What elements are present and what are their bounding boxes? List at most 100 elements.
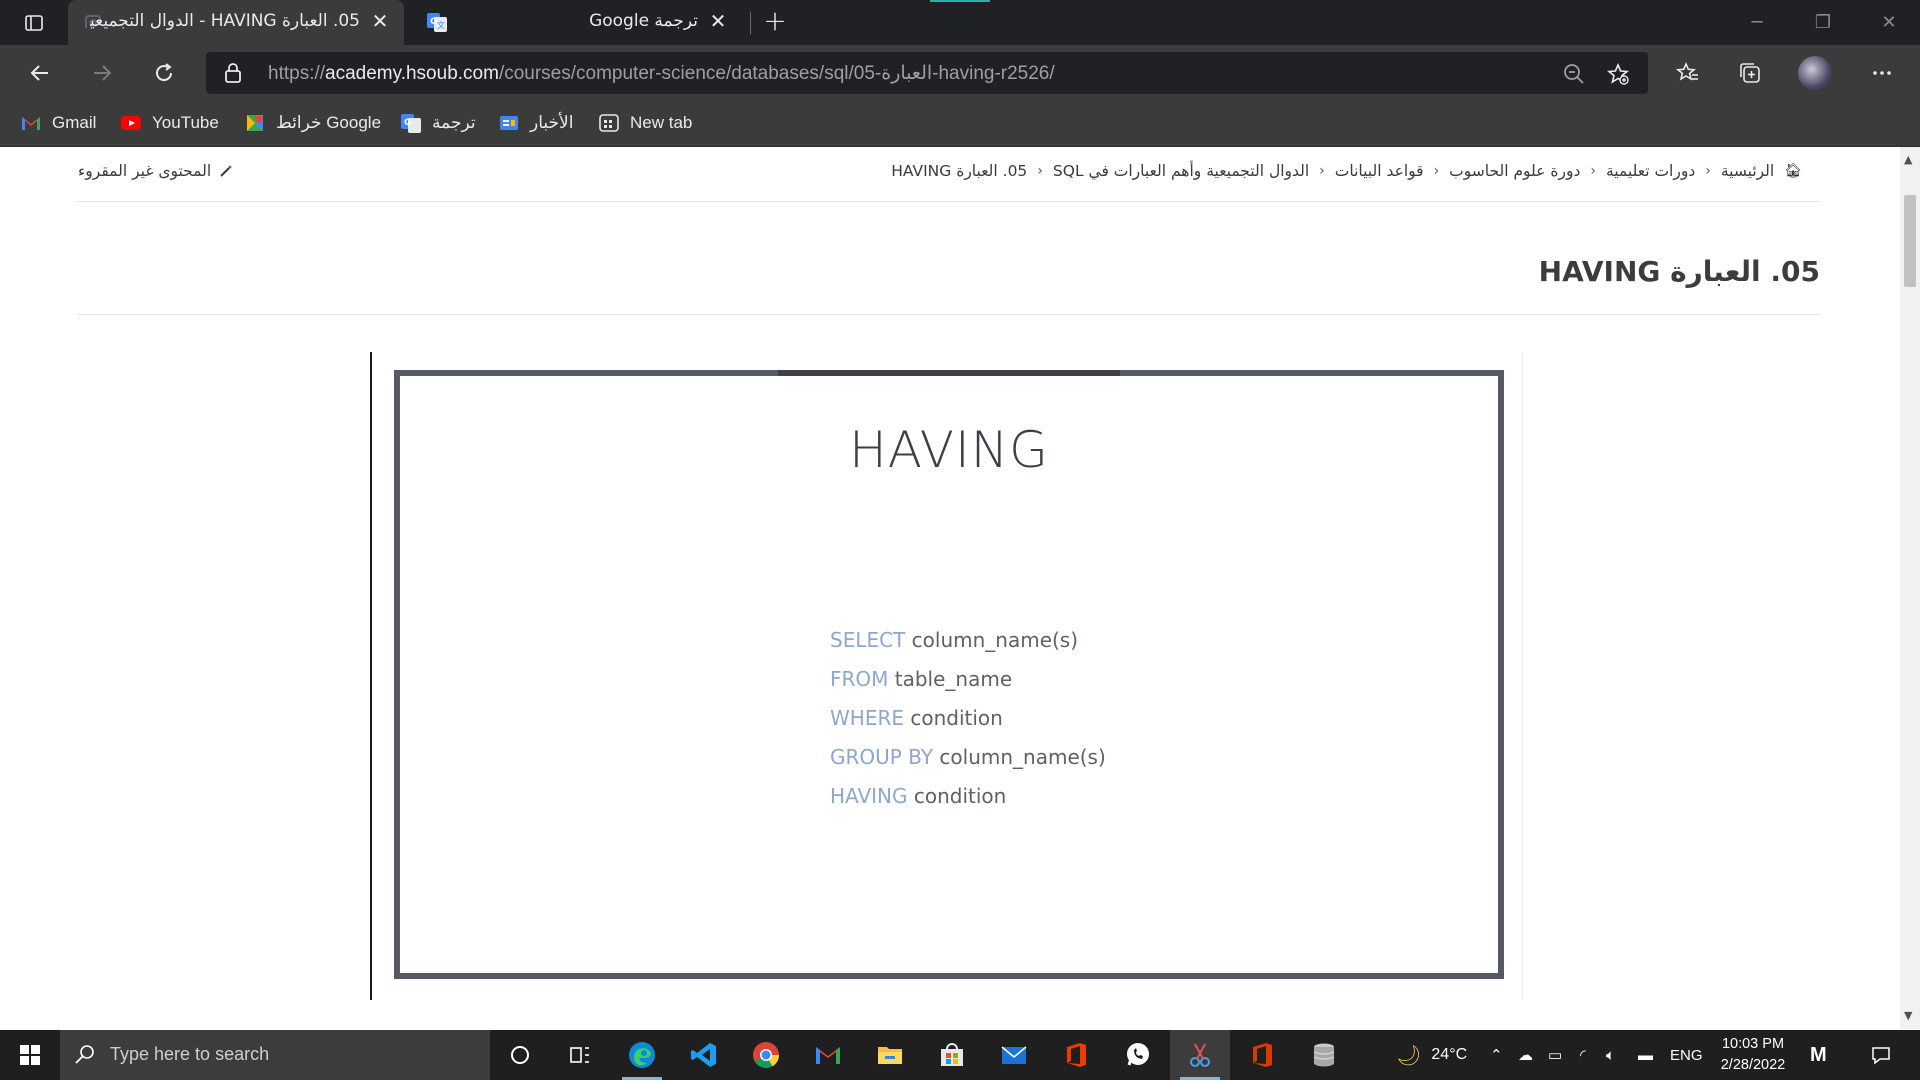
taskbar-vscode[interactable] xyxy=(674,1030,734,1080)
volume-tray[interactable]: 🔈︎ xyxy=(1606,1030,1615,1080)
scroll-up-arrow-icon[interactable]: ▲ xyxy=(1904,153,1912,166)
tab-having[interactable]: 05. العبارة HAVING - الدوال التجميعية ✕ xyxy=(68,0,404,45)
bookmark-gmail[interactable]: Gmail xyxy=(20,110,96,136)
taskbar-database[interactable] xyxy=(1294,1030,1354,1080)
vscode-icon xyxy=(691,1043,716,1067)
taskbar-chrome[interactable] xyxy=(736,1030,796,1080)
close-window-button[interactable]: ✕ xyxy=(1866,8,1912,38)
taskbar-edge[interactable] xyxy=(612,1030,672,1080)
video-slide[interactable]: HAVING SELECT column_name(s) FROM table_… xyxy=(394,370,1504,979)
taskbar-clock[interactable]: 10:03 PM 2/28/2022 xyxy=(1708,1034,1798,1076)
meet-now-tray[interactable]: M xyxy=(1810,1030,1827,1080)
restore-button[interactable]: ❐ xyxy=(1800,8,1846,38)
taskbar-mail[interactable] xyxy=(984,1030,1044,1080)
sql-keyword: SELECT xyxy=(830,628,906,652)
bookmark-translate[interactable]: G ترجمة xyxy=(400,110,476,136)
breadcrumb-item-courses[interactable]: دورات تعليمية xyxy=(1606,162,1695,180)
m-badge-icon: M xyxy=(1810,1043,1827,1066)
sql-keyword: GROUP BY xyxy=(830,745,934,769)
url-text[interactable]: https://academy.hsoub.com/courses/comput… xyxy=(268,62,1055,85)
code-line-where: WHERE condition xyxy=(830,699,1106,738)
onedrive-tray[interactable]: ☁ xyxy=(1518,1030,1533,1080)
title-bar: 05. العبارة HAVING - الدوال التجميعية ✕ … xyxy=(0,0,1920,45)
breadcrumb-item-cs-course[interactable]: دورة علوم الحاسوب xyxy=(1449,162,1580,180)
more-options-icon xyxy=(1873,71,1891,75)
cloud-icon: ☁ xyxy=(1518,1047,1533,1064)
taskbar-store[interactable] xyxy=(922,1030,982,1080)
show-hidden-icons-button[interactable]: ⌃ xyxy=(1490,1030,1503,1080)
windows-taskbar: Type here to search 🌙︎ 24°C ⌃ ☁ ▭ ◜ 🔈︎ ▬… xyxy=(0,1030,1920,1080)
scroll-down-arrow-icon[interactable]: ▼ xyxy=(1904,1009,1912,1022)
sql-clause: table_name xyxy=(888,667,1013,691)
tab-google-translate[interactable]: G文 ترجمة Google ✕ xyxy=(412,0,742,45)
bookmark-label: YouTube xyxy=(152,113,219,132)
lock-icon[interactable] xyxy=(224,63,242,83)
unread-content-link[interactable]: المحتوى غير المقروء xyxy=(78,162,233,180)
new-tab-icon xyxy=(599,114,619,132)
bookmark-new-tab[interactable]: New tab xyxy=(598,110,692,136)
close-tab-icon[interactable]: ✕ xyxy=(706,9,730,33)
google-translate-icon: G文 xyxy=(427,13,447,32)
weather-temperature: 24°C xyxy=(1431,1046,1468,1063)
breadcrumb-item-home[interactable]: الرئيسية xyxy=(1721,162,1774,180)
tab-actions-menu-button[interactable] xyxy=(16,8,52,38)
page-scrollbar[interactable]: ▲ ▼ xyxy=(1900,147,1920,1029)
sql-clause: condition xyxy=(907,784,1007,808)
back-button[interactable] xyxy=(22,55,58,91)
breadcrumb-item-databases[interactable]: قواعد البيانات xyxy=(1335,162,1424,180)
svg-text:G: G xyxy=(404,118,411,128)
cortana-icon xyxy=(511,1046,529,1064)
unread-content-label: المحتوى غير المقروء xyxy=(78,162,212,180)
task-view-icon xyxy=(570,1047,589,1063)
taskbar-office[interactable] xyxy=(1046,1030,1106,1080)
add-favorite-icon[interactable] xyxy=(1606,62,1630,86)
language-indicator[interactable]: ENG xyxy=(1670,1030,1703,1080)
battery-tray[interactable]: ▬ xyxy=(1638,1030,1653,1080)
gmail-icon xyxy=(816,1047,840,1064)
action-center-button[interactable] xyxy=(1870,1030,1892,1080)
code-line-from: FROM table_name xyxy=(830,660,1106,699)
display-tray[interactable]: ▭ xyxy=(1548,1030,1562,1080)
minimize-button[interactable]: ─ xyxy=(1734,8,1780,38)
divider xyxy=(77,201,1821,202)
bookmark-youtube[interactable]: YouTube xyxy=(120,110,219,136)
address-bar[interactable]: https://academy.hsoub.com/courses/comput… xyxy=(206,52,1648,94)
taskbar-whatsapp[interactable] xyxy=(1108,1030,1168,1080)
new-tab-button[interactable]: + xyxy=(760,6,790,36)
bookmark-news[interactable]: الأخبار xyxy=(498,110,573,136)
bookmark-label: ترجمة xyxy=(432,113,476,132)
settings-menu-button[interactable] xyxy=(1866,57,1898,89)
profile-avatar[interactable] xyxy=(1798,56,1832,90)
video-left-border xyxy=(370,352,372,1000)
sql-keyword: FROM xyxy=(830,667,889,691)
favorites-button[interactable] xyxy=(1672,57,1704,89)
wifi-icon: ◜ xyxy=(1580,1047,1586,1064)
breadcrumb-item-aggregate[interactable]: الدوال التجميعية وأهم العبارات في SQL xyxy=(1053,162,1309,180)
weather-widget[interactable]: 🌙︎ 24°C xyxy=(1396,1030,1467,1080)
bookmarks-bar: Gmail YouTube خرائط Google G ترجمة الأخب… xyxy=(0,101,1920,147)
sql-clause: column_name(s) xyxy=(905,628,1079,652)
bookmark-google-maps[interactable]: خرائط Google xyxy=(244,110,381,136)
close-tab-icon[interactable]: ✕ xyxy=(368,9,392,33)
taskbar-search-box[interactable]: Type here to search xyxy=(60,1030,490,1080)
scroll-thumb[interactable] xyxy=(1904,195,1916,287)
collections-button[interactable] xyxy=(1734,57,1766,89)
taskbar-office-red[interactable] xyxy=(1232,1030,1292,1080)
taskbar-file-explorer[interactable] xyxy=(860,1030,920,1080)
refresh-button[interactable] xyxy=(146,55,182,91)
start-button[interactable] xyxy=(0,1030,60,1080)
task-view-button[interactable] xyxy=(550,1030,610,1080)
language-label: ENG xyxy=(1670,1046,1703,1064)
search-placeholder: Type here to search xyxy=(110,1044,270,1064)
taskbar-gmail[interactable] xyxy=(798,1030,858,1080)
network-tray[interactable]: ◜ xyxy=(1580,1030,1586,1080)
cortana-button[interactable] xyxy=(490,1030,550,1080)
forward-button[interactable] xyxy=(84,55,120,91)
store-icon xyxy=(941,1043,963,1066)
clock-date: 2/28/2022 xyxy=(1720,1057,1786,1073)
zoom-out-icon[interactable] xyxy=(1562,62,1586,86)
moon-icon: 🌙︎ xyxy=(1396,1044,1422,1067)
taskbar-snipping-tool[interactable] xyxy=(1170,1030,1230,1080)
video-right-border xyxy=(1522,352,1523,1000)
code-line-having: HAVING condition xyxy=(830,777,1106,816)
